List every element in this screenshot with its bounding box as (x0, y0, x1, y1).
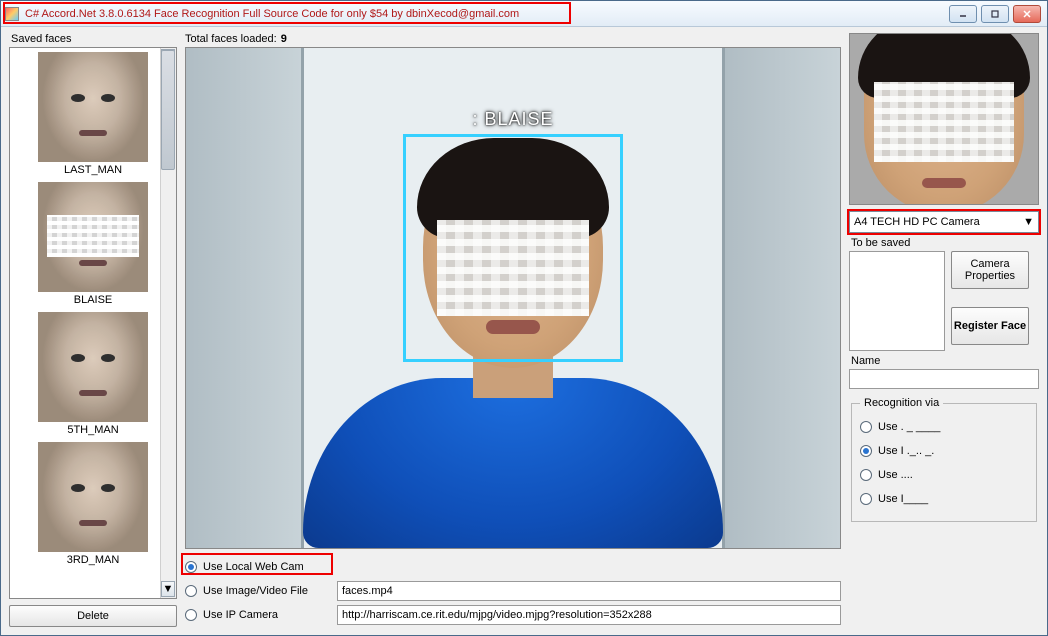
delete-button[interactable]: Delete (9, 605, 177, 627)
saved-face-label: 5TH_MAN (67, 424, 118, 436)
recognition-option-label: Use .... (878, 469, 913, 481)
total-faces-value: 9 (281, 33, 287, 45)
camera-properties-button[interactable]: Camera Properties (951, 251, 1029, 289)
camera-select-wrap: A4 TECH HD PC Camera ▼ (849, 211, 1039, 233)
recognition-radio[interactable] (860, 469, 872, 481)
recognition-option[interactable]: Use I ._.. _. (860, 439, 1028, 463)
total-row: Total faces loaded: 9 (185, 33, 841, 45)
maximize-button[interactable] (981, 5, 1009, 23)
detection-rectangle (403, 134, 623, 362)
minimize-button[interactable] (949, 5, 977, 23)
middle-column: Total faces loaded: 9 : BLAISE (185, 33, 841, 627)
radio-file[interactable] (185, 585, 197, 597)
radio-file-label: Use Image/Video File (203, 585, 331, 597)
video-source-group: Use Local Web Cam Use Image/Video File f… (185, 555, 841, 627)
app-window: C# Accord.Net 3.8.0.6134 Face Recognitio… (0, 0, 1048, 636)
scroll-thumb[interactable] (161, 50, 175, 170)
ipcamera-url-input[interactable]: http://harriscam.ce.rit.edu/mjpg/video.m… (337, 605, 841, 625)
radio-webcam-label: Use Local Web Cam (203, 561, 331, 573)
saved-faces-label: Saved faces (11, 33, 177, 45)
recognition-legend: Recognition via (860, 397, 943, 409)
saved-face-label: LAST_MAN (64, 164, 122, 176)
total-faces-label: Total faces loaded: (185, 33, 277, 45)
recognition-option-label: Use I ._.. _. (878, 445, 934, 457)
camera-select[interactable]: A4 TECH HD PC Camera ▼ (849, 211, 1039, 233)
saved-faces-list[interactable]: LAST_MAN BLAISE 5TH_MAN 3RD_MAN ▲ ▼ (9, 47, 177, 599)
client-area: Saved faces LAST_MAN BLAISE 5TH_MAN 3RD_MAN… (1, 27, 1047, 635)
titlebar: C# Accord.Net 3.8.0.6134 Face Recognitio… (1, 1, 1047, 27)
video-viewer: : BLAISE (185, 47, 841, 549)
saved-face-label: 3RD_MAN (67, 554, 120, 566)
saved-scrollbar[interactable]: ▲ ▼ (160, 48, 176, 598)
recognition-option-label: Use . _ ____ (878, 421, 940, 433)
recognition-radio[interactable] (860, 445, 872, 457)
radio-ipcamera[interactable] (185, 609, 197, 621)
name-input[interactable] (849, 369, 1039, 389)
face-thumbnail (38, 312, 148, 422)
saved-face-item[interactable]: 3RD_MAN (38, 442, 148, 566)
saved-face-label: BLAISE (74, 294, 113, 306)
recognition-option[interactable]: Use . _ ____ (860, 415, 1028, 439)
scroll-down-icon[interactable]: ▼ (161, 581, 175, 597)
saved-face-item[interactable]: BLAISE (38, 182, 148, 306)
name-label: Name (851, 355, 1039, 367)
left-column: Saved faces LAST_MAN BLAISE 5TH_MAN 3RD_MAN… (9, 33, 177, 627)
face-thumbnail (38, 52, 148, 162)
to-be-saved-preview (849, 251, 945, 351)
register-face-button[interactable]: Register Face (951, 307, 1029, 345)
window-controls (949, 5, 1043, 23)
close-button[interactable] (1013, 5, 1041, 23)
to-be-saved-label: To be saved (851, 237, 1039, 249)
saved-face-item[interactable]: LAST_MAN (38, 52, 148, 176)
camera-select-value: A4 TECH HD PC Camera (854, 216, 980, 228)
face-thumbnail (38, 182, 148, 292)
right-column: A4 TECH HD PC Camera ▼ To be saved Camer… (849, 33, 1039, 627)
save-area-row: Camera Properties Register Face (849, 251, 1039, 351)
chevron-down-icon: ▼ (1023, 216, 1034, 228)
file-path-input[interactable]: faces.mp4 (337, 581, 841, 601)
recognition-option-label: Use I____ (878, 493, 928, 505)
radio-ipcamera-label: Use IP Camera (203, 609, 331, 621)
window-title: C# Accord.Net 3.8.0.6134 Face Recognitio… (25, 8, 949, 20)
face-thumbnail (38, 442, 148, 552)
detection-label: : BLAISE (472, 109, 553, 130)
recognition-option[interactable]: Use .... (860, 463, 1028, 487)
recognition-option[interactable]: Use I____ (860, 487, 1028, 511)
captured-face-preview (849, 33, 1039, 205)
recognition-radio[interactable] (860, 421, 872, 433)
app-icon (5, 7, 19, 21)
recognition-radio[interactable] (860, 493, 872, 505)
recognition-groupbox: Recognition via Use . _ ____ Use I ._.. _… (851, 397, 1037, 522)
source-row-webcam[interactable]: Use Local Web Cam (185, 555, 841, 579)
source-row-ipcamera[interactable]: Use IP Camera http://harriscam.ce.rit.ed… (185, 603, 841, 627)
source-row-file[interactable]: Use Image/Video File faces.mp4 (185, 579, 841, 603)
radio-webcam[interactable] (185, 561, 197, 573)
saved-face-item[interactable]: 5TH_MAN (38, 312, 148, 436)
